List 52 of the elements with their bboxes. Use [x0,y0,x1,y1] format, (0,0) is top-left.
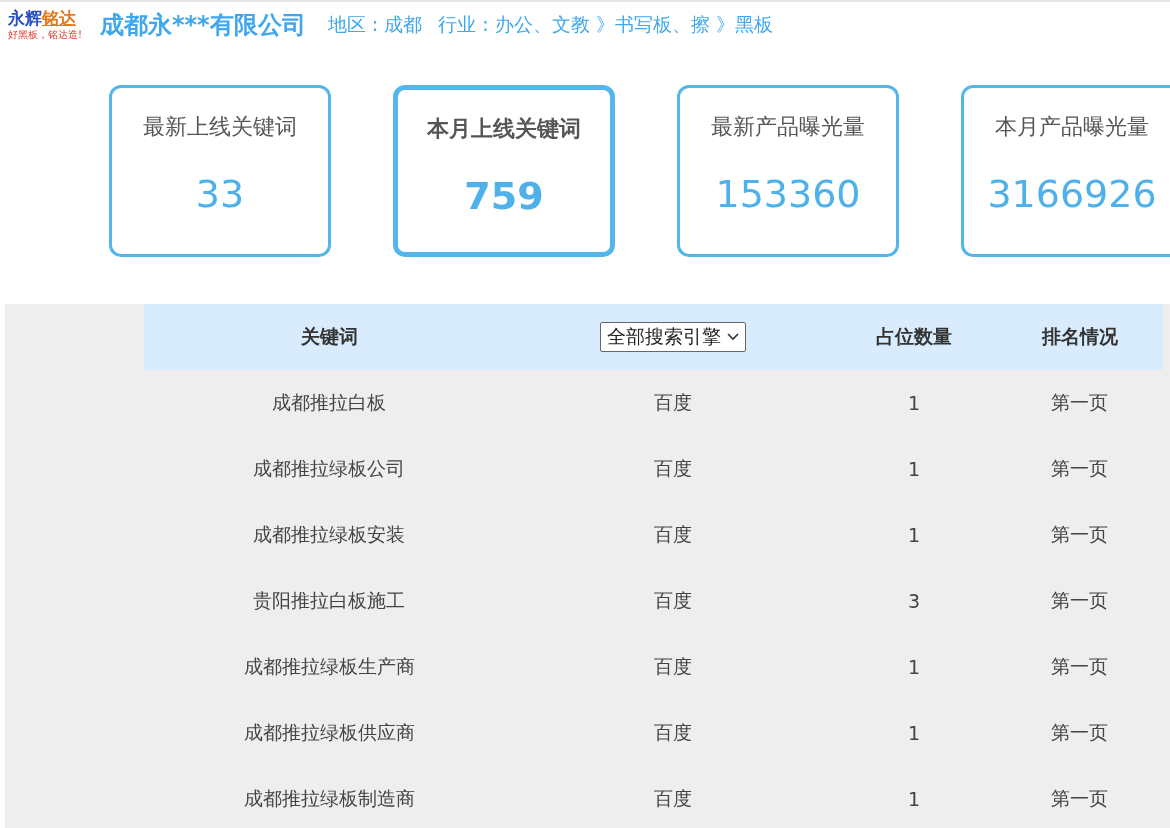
stat-label: 本月产品曝光量 [995,113,1149,141]
table-cell-text: 第一页 [1051,786,1108,811]
stat-card[interactable]: 最新上线关键词 33 [109,85,331,257]
stat-card[interactable]: 最新产品曝光量 153360 [677,85,899,257]
company-name: 成都永***有限公司 [100,10,306,41]
table-cell-text: 贵阳推拉白板施工 [253,588,405,613]
industry-text: 行业 : 办公、文教 》书写板、擦 》黑板 [438,12,773,37]
column-header: 排名情况 [1041,324,1118,349]
logo-name: 永辉 [8,7,42,28]
table-cell-text: 成都推拉绿板制造商 [243,786,415,811]
table-cell-text: 百度 [654,588,692,613]
table-cell-text: 百度 [654,390,692,415]
table-cell: 1 [907,524,921,546]
table-cell-text: 百度 [654,786,692,811]
table-cell-text: 第一页 [1051,654,1108,679]
table-cell-text: 第一页 [1051,720,1108,745]
stat-value: 33 [195,172,245,216]
search-engine-dropdown[interactable]: 全部搜索引擎 [600,322,746,352]
stat-label: 本月上线关键词 [427,115,581,143]
logo-slogan: 好黑板，铭达造! [8,27,82,42]
table-cell-text: 第一页 [1051,588,1108,613]
chevron-down-icon [727,333,739,341]
stat-label: 最新上线关键词 [143,113,297,141]
table-cell-text: 成都推拉绿板安装 [253,522,405,547]
table-cell-text: 成都推拉绿板生产商 [243,654,415,679]
table-cell: 1 [907,722,921,744]
table-cell: 1 [907,788,921,810]
stat-card[interactable]: 本月上线关键词 759 [393,85,615,257]
table-cell-text: 第一页 [1051,456,1108,481]
table-cell-text: 百度 [654,522,692,547]
table-cell-text: 第一页 [1051,390,1108,415]
table-cell: 1 [907,656,921,678]
table-cell: 1 [907,458,921,480]
logo-name: 铭达 [42,7,76,28]
table-cell-text: 第一页 [1051,522,1108,547]
stat-value: 3166926 [987,172,1157,216]
table-cell-text: 百度 [654,456,692,481]
table-cell-text: 成都推拉绿板公司 [253,456,405,481]
column-header: 关键词 [300,324,358,349]
logo[interactable]: 永辉铭达 好黑板，铭达造! [8,8,82,42]
table-cell-text: 百度 [654,720,692,745]
stat-value: 153360 [715,172,861,216]
stat-value: 759 [464,174,544,218]
table-cell: 1 [907,392,921,414]
stat-card[interactable]: 本月产品曝光量 3166926 [961,85,1170,257]
table-cell: 3 [907,590,921,612]
stat-label: 最新产品曝光量 [711,113,865,141]
column-header: 占位数量 [876,324,952,349]
table-cell-text: 成都推拉绿板供应商 [243,720,415,745]
table-cell-text: 百度 [654,654,692,679]
table-cell-text: 成都推拉白板 [272,390,386,415]
region-text: 地区 : 成都 [327,12,423,37]
